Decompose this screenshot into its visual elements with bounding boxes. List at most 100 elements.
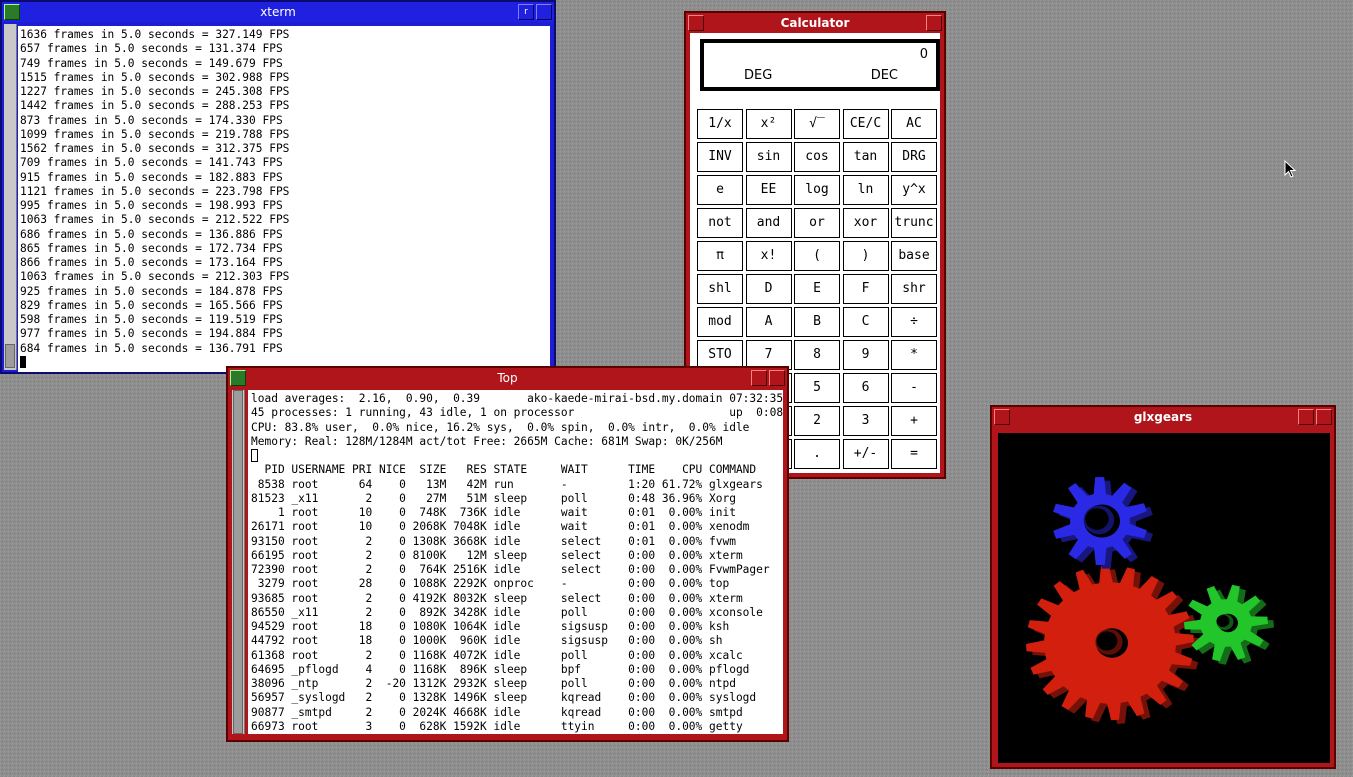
red-gear-icon: [1026, 565, 1200, 724]
calc-key[interactable]: ln: [842, 175, 889, 205]
terminal-line: 686 frames in 5.0 seconds = 136.886 FPS: [20, 227, 283, 241]
display-value: 0: [919, 47, 928, 62]
calc-key[interactable]: and: [745, 208, 792, 238]
calculator-display: 0 DEG DEC: [700, 39, 940, 91]
calc-key[interactable]: shl: [697, 274, 743, 304]
xterm-title: xterm: [260, 5, 296, 19]
process-row: 1 root 10 0 748K 736K idle wait 0:01 0.0…: [251, 506, 736, 519]
calc-key[interactable]: x²: [745, 109, 792, 139]
blue-gear-icon: [1053, 477, 1153, 569]
top-scrollbar-thumb[interactable]: [233, 390, 243, 734]
process-table-header: PID USERNAME PRI NICE SIZE RES STATE WAI…: [251, 463, 757, 477]
top-scrollbar[interactable]: [232, 390, 245, 734]
calc-key[interactable]: EE: [745, 175, 792, 205]
calc-key[interactable]: 6: [842, 373, 889, 403]
calc-key[interactable]: AC: [891, 109, 937, 139]
xterm-window[interactable]: xterm r 1636 frames in 5.0 seconds = 327…: [0, 0, 556, 374]
calc-key[interactable]: log: [794, 175, 840, 205]
maximize-icon[interactable]: [1316, 409, 1332, 425]
calc-key[interactable]: 1/x: [697, 109, 743, 139]
process-row: 64695 _pflogd 4 0 1168K 896K sleep bpf 0…: [251, 662, 750, 676]
process-row: 72390 root 2 0 764K 2516K idle select 0:…: [251, 563, 770, 576]
process-row: 38096 _ntp 2 -20 1312K 2932K sleep poll …: [251, 677, 736, 690]
calc-key[interactable]: cos: [794, 142, 840, 172]
gear-hole-center: [1085, 508, 1109, 530]
terminal-line: 749 frames in 5.0 seconds = 149.679 FPS: [20, 56, 283, 70]
calc-key[interactable]: DRG: [891, 142, 937, 172]
calc-key[interactable]: ): [842, 241, 889, 271]
xterm-titlebar[interactable]: xterm r: [2, 2, 554, 22]
calc-key[interactable]: mod: [697, 307, 743, 337]
calc-key[interactable]: E: [794, 274, 840, 304]
calc-key[interactable]: =: [891, 439, 937, 469]
process-row: 66195 root 2 0 8100K 12M sleep select 0:…: [251, 548, 743, 562]
calc-key[interactable]: C: [842, 307, 889, 337]
maximize-icon[interactable]: [536, 4, 552, 20]
text-cursor: [251, 449, 258, 462]
calc-key[interactable]: 5: [794, 373, 840, 403]
glxgears-window[interactable]: glxgears: [990, 405, 1336, 769]
calc-key[interactable]: 9: [842, 340, 889, 370]
terminal-line: 995 frames in 5.0 seconds = 198.993 FPS: [20, 199, 283, 212]
process-row: 93685 root 2 0 4192K 8032K sleep select …: [251, 591, 743, 605]
calc-key[interactable]: D: [745, 274, 792, 304]
xterm-scrollbar[interactable]: [4, 24, 17, 370]
terminal-line: 1063 frames in 5.0 seconds = 212.303 FPS: [20, 270, 290, 284]
calc-key[interactable]: B: [794, 307, 840, 337]
maximize-icon[interactable]: [926, 15, 942, 31]
calc-key[interactable]: e: [697, 175, 743, 205]
terminal-line: 1636 frames in 5.0 seconds = 327.149 FPS: [20, 28, 290, 41]
calc-key[interactable]: CE/C: [842, 109, 889, 139]
gear-hole-center: [1096, 631, 1118, 651]
process-row: 94529 root 18 0 1080K 1064K idle sigsusp…: [251, 620, 730, 633]
calc-key[interactable]: shr: [891, 274, 937, 304]
calc-key[interactable]: trunc: [891, 208, 937, 238]
calc-key[interactable]: tan: [842, 142, 889, 172]
calc-key[interactable]: xor: [842, 208, 889, 238]
calc-key[interactable]: +: [891, 406, 937, 436]
xterm-output[interactable]: 1636 frames in 5.0 seconds = 327.149 FPS…: [18, 26, 550, 372]
glxgears-canvas[interactable]: [998, 433, 1330, 763]
gears-graphic: [1026, 477, 1274, 724]
maximize-icon[interactable]: [769, 370, 785, 386]
text-cursor: [20, 355, 26, 368]
calc-key[interactable]: ÷: [891, 307, 937, 337]
terminal-line: 1121 frames in 5.0 seconds = 223.798 FPS: [20, 184, 290, 198]
calc-key[interactable]: INV: [697, 142, 743, 172]
calc-key[interactable]: √‾: [794, 109, 840, 139]
process-row: 61368 root 2 0 1168K 4072K idle poll 0:0…: [251, 648, 743, 662]
process-row: 8538 root 64 0 13M 42M run - 1:20 61.72%…: [251, 477, 763, 491]
terminal-line: 829 frames in 5.0 seconds = 165.566 FPS: [20, 298, 283, 312]
calc-key[interactable]: 8: [794, 340, 840, 370]
calc-key[interactable]: base: [891, 241, 937, 271]
calc-key[interactable]: +/-: [842, 439, 889, 469]
minimize-icon[interactable]: r: [518, 4, 534, 20]
calc-key[interactable]: -: [891, 373, 937, 403]
calc-key[interactable]: F: [842, 274, 889, 304]
top-command-line[interactable]: [251, 449, 783, 463]
top-summary-line: CPU: 83.8% user, 0.0% nice, 16.2% sys, 0…: [251, 420, 750, 434]
calc-key[interactable]: y^x: [891, 175, 937, 205]
xterm-scrollbar-thumb[interactable]: [5, 344, 15, 368]
top-output[interactable]: load averages: 2.16, 0.90, 0.39 ako-kaed…: [248, 390, 783, 734]
terminal-line: 866 frames in 5.0 seconds = 173.164 FPS: [20, 256, 283, 269]
calc-key[interactable]: π: [697, 241, 743, 271]
calc-key[interactable]: .: [794, 439, 840, 469]
minimize-icon[interactable]: [751, 370, 767, 386]
calc-key[interactable]: not: [697, 208, 743, 238]
calc-key[interactable]: sin: [745, 142, 792, 172]
calc-key[interactable]: 3: [842, 406, 889, 436]
top-titlebar[interactable]: Top: [228, 368, 787, 388]
calc-key[interactable]: x!: [745, 241, 792, 271]
glxgears-titlebar[interactable]: glxgears: [992, 407, 1334, 427]
top-window[interactable]: Top load averages: 2.16, 0.90, 0.39 ako-…: [226, 366, 789, 742]
calc-key[interactable]: or: [794, 208, 840, 238]
terminal-line: 657 frames in 5.0 seconds = 131.374 FPS: [20, 42, 283, 56]
minimize-icon[interactable]: [1298, 409, 1314, 425]
terminal-line: 598 frames in 5.0 seconds = 119.519 FPS: [20, 313, 283, 326]
calc-key[interactable]: A: [745, 307, 792, 337]
calculator-titlebar[interactable]: Calculator: [686, 13, 944, 33]
calc-key[interactable]: (: [794, 241, 840, 271]
calc-key[interactable]: *: [891, 340, 937, 370]
calc-key[interactable]: 2: [794, 406, 840, 436]
